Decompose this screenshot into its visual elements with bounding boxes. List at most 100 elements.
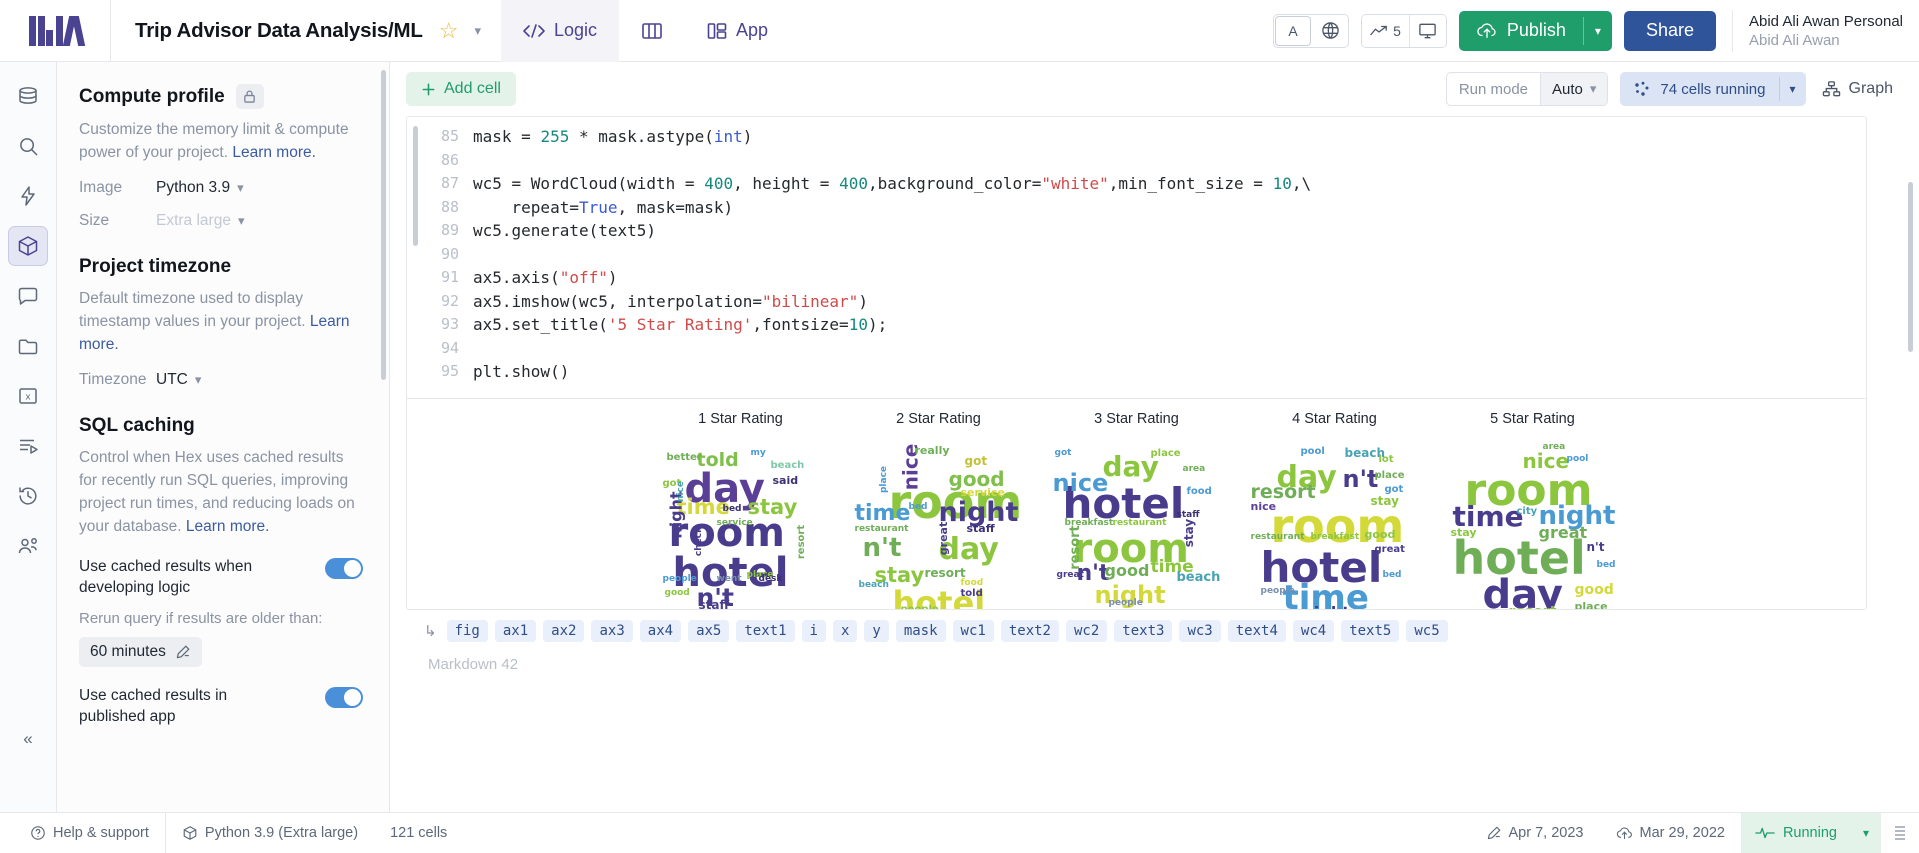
variable-pill[interactable]: text1 bbox=[736, 620, 795, 642]
compute-image-value: Python 3.9 bbox=[156, 179, 231, 196]
run-mode-select[interactable]: Auto ▾ bbox=[1540, 73, 1608, 105]
list-lines-icon[interactable] bbox=[1881, 823, 1919, 843]
code-lines[interactable]: mask = 255 * mask.astype(int) wc5 = Word… bbox=[473, 125, 1866, 384]
code-line[interactable]: repeat=True, mask=mask) bbox=[473, 196, 1866, 220]
timezone-select[interactable]: UTC ▾ bbox=[156, 371, 201, 389]
lock-icon[interactable] bbox=[235, 84, 264, 109]
variable-pill[interactable]: ax1 bbox=[494, 620, 537, 642]
code-token: ,fontsize= bbox=[752, 315, 849, 334]
variable-pill[interactable]: mask bbox=[895, 620, 946, 642]
tab-app-label: App bbox=[736, 20, 769, 40]
variable-pill[interactable]: ax4 bbox=[639, 620, 682, 642]
globe-icon[interactable] bbox=[1312, 14, 1349, 47]
variable-pill[interactable]: wc4 bbox=[1292, 620, 1335, 642]
project-menu-chevron-down-icon[interactable]: ▾ bbox=[474, 23, 481, 39]
variable-pill[interactable]: text4 bbox=[1227, 620, 1286, 642]
text-style-button[interactable]: A bbox=[1275, 15, 1312, 46]
share-button[interactable]: Share bbox=[1623, 10, 1716, 51]
sidebar-item-environment[interactable] bbox=[8, 226, 48, 266]
code-token: "bilinear" bbox=[761, 291, 859, 311]
compute-learn-more-link[interactable]: Learn more. bbox=[232, 144, 316, 161]
cells-running-status[interactable]: 74 cells running ▾ bbox=[1620, 72, 1806, 106]
wordcloud-word: nice bbox=[675, 480, 686, 502]
sidebar-item-schedules[interactable] bbox=[8, 426, 48, 466]
publish-chevron-down-icon[interactable]: ▾ bbox=[1584, 11, 1612, 51]
variable-pill[interactable]: y bbox=[864, 620, 889, 642]
variable-pill[interactable]: text3 bbox=[1114, 620, 1173, 642]
code-line[interactable]: ax5.imshow(wc5, interpolation="bilinear"… bbox=[473, 290, 1866, 314]
graph-button[interactable]: Graph bbox=[1818, 80, 1897, 98]
sidebar-item-data-sources[interactable] bbox=[8, 76, 48, 116]
variable-pill[interactable]: ax3 bbox=[591, 620, 633, 642]
line-number: 85 bbox=[440, 127, 459, 145]
wordcloud-panel: 5 Star Rating room hotel day time night nice gr… bbox=[1434, 411, 1632, 610]
code-token: int bbox=[713, 127, 743, 146]
kernel-status-button[interactable]: Python 3.9 (Extra large) bbox=[166, 813, 374, 853]
wordcloud-word: stay bbox=[1370, 493, 1399, 508]
account-block[interactable]: Abid Ali Awan Personal Abid Ali Awan bbox=[1749, 12, 1919, 50]
cells-running-chevron-down-icon[interactable]: ▾ bbox=[1780, 82, 1806, 96]
variable-pill[interactable]: ax2 bbox=[543, 620, 585, 642]
code-line[interactable]: plt.show() bbox=[473, 360, 1866, 384]
use-cached-app-toggle[interactable] bbox=[325, 687, 363, 708]
variable-pill[interactable]: wc5 bbox=[1406, 620, 1448, 642]
star-icon[interactable]: ☆ bbox=[439, 19, 459, 42]
sidebar-item-comments[interactable] bbox=[8, 276, 48, 316]
cell-scrollbar[interactable] bbox=[413, 126, 418, 246]
text-appearance-toolgroup: A bbox=[1273, 13, 1350, 48]
variable-pill[interactable]: text2 bbox=[1000, 620, 1059, 642]
graph-label: Graph bbox=[1848, 80, 1893, 97]
chevron-double-left-icon[interactable]: « bbox=[11, 722, 45, 756]
code-line[interactable] bbox=[473, 337, 1866, 361]
code-token: ,background_color= bbox=[867, 174, 1042, 193]
compute-image-select[interactable]: Python 3.9 ▾ bbox=[156, 179, 244, 197]
tab-notebook-split[interactable] bbox=[619, 0, 685, 62]
wordcloud-word: great bbox=[936, 521, 950, 555]
status-chevron-down-icon[interactable]: ▾ bbox=[1850, 812, 1881, 853]
wordcloud-word: said bbox=[772, 473, 799, 487]
main-scrollbar[interactable] bbox=[1908, 182, 1913, 352]
help-support-button[interactable]: Help & support bbox=[14, 813, 165, 853]
rerun-interval-chip[interactable]: 60 minutes bbox=[79, 637, 202, 667]
sidebar-item-runs[interactable] bbox=[8, 176, 48, 216]
hex-logo[interactable] bbox=[0, 0, 110, 61]
code-line[interactable] bbox=[473, 243, 1866, 267]
variable-pill[interactable]: i bbox=[801, 620, 826, 642]
trend-count-button[interactable]: 5 bbox=[1362, 14, 1409, 47]
code-cell[interactable]: 85 86 87 88 89 90 91 92 93 94 95 mask = 255 * mask… bbox=[406, 116, 1867, 610]
wordcloud-word: service bbox=[960, 485, 1005, 499]
cells-running-main[interactable]: 74 cells running bbox=[1620, 80, 1778, 98]
variable-pill[interactable]: wc2 bbox=[1066, 620, 1108, 642]
sidebar-item-search[interactable] bbox=[8, 126, 48, 166]
publish-button[interactable]: Publish ▾ bbox=[1458, 10, 1612, 51]
status-badge[interactable]: Running bbox=[1740, 812, 1851, 853]
settings-panel-scrollbar[interactable] bbox=[381, 70, 386, 380]
code-line[interactable]: mask = 255 * mask.astype(int) bbox=[473, 125, 1866, 149]
variable-pill[interactable]: x bbox=[832, 620, 858, 642]
publish-button-main[interactable]: Publish bbox=[1459, 11, 1583, 51]
use-cached-dev-toggle[interactable] bbox=[325, 558, 363, 579]
code-line[interactable]: wc5 = WordCloud(width = 400, height = 40… bbox=[473, 172, 1866, 196]
code-line[interactable]: wc5.generate(text5) bbox=[473, 219, 1866, 243]
variable-pill[interactable]: fig bbox=[446, 620, 488, 642]
sidebar-item-variables[interactable]: x bbox=[8, 376, 48, 416]
variable-pill[interactable]: wc3 bbox=[1179, 620, 1221, 642]
code-line[interactable]: ax5.set_title('5 Star Rating',fontsize=1… bbox=[473, 313, 1866, 337]
monitor-icon[interactable] bbox=[1409, 14, 1446, 47]
variable-pill[interactable]: text5 bbox=[1341, 620, 1400, 642]
add-cell-button[interactable]: Add cell bbox=[406, 72, 516, 106]
sidebar-item-sharing[interactable] bbox=[8, 526, 48, 566]
tab-app[interactable]: App bbox=[685, 0, 790, 62]
variable-pill[interactable]: ax5 bbox=[688, 620, 730, 642]
code-line[interactable] bbox=[473, 149, 1866, 173]
variable-pill[interactable]: wc1 bbox=[952, 620, 994, 642]
sql-learn-more-link[interactable]: Learn more. bbox=[186, 518, 270, 535]
sidebar-item-history[interactable] bbox=[8, 476, 48, 516]
tab-logic[interactable]: Logic bbox=[501, 0, 620, 62]
code-line[interactable]: ax5.axis("off") bbox=[473, 266, 1866, 290]
wordcloud-word: staff bbox=[698, 597, 730, 610]
code-editor[interactable]: 85 86 87 88 89 90 91 92 93 94 95 mask = 255 * mask… bbox=[407, 117, 1866, 398]
wordcloud-title: 1 Star Rating bbox=[698, 410, 783, 427]
wordcloud-word: beach bbox=[770, 459, 805, 471]
sidebar-item-files[interactable] bbox=[8, 326, 48, 366]
